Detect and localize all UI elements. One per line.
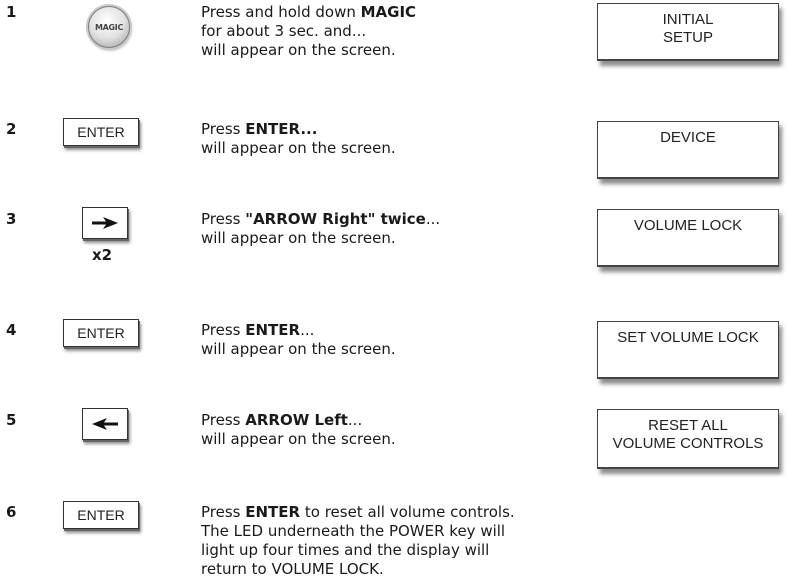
instruction-text: will appear on the screen.	[201, 430, 396, 448]
instruction-bold: MAGIC	[360, 3, 417, 21]
display-screen: VOLUME LOCK	[597, 209, 779, 267]
instruction-text: ...	[300, 321, 315, 339]
screen-line: INITIAL	[662, 11, 714, 28]
display-screen: SET VOLUME LOCK	[597, 321, 779, 379]
instruction-text: will appear on the screen.	[201, 139, 396, 157]
step-instruction: Press ENTER... will appear on the screen…	[201, 120, 501, 158]
step-instruction: Press ENTER to reset all volume controls…	[201, 503, 531, 579]
instruction-text: ...	[425, 210, 441, 228]
magic-button-icon: MAGIC	[88, 6, 130, 48]
display-screen: INITIAL SETUP	[597, 3, 779, 61]
instruction-text: will appear on the screen.	[201, 41, 396, 59]
step-instruction: Press ARROW Left... will appear on the s…	[201, 411, 501, 449]
instruction-text: Press	[201, 411, 246, 429]
screen-line: RESET ALL	[648, 417, 728, 434]
enter-key-label: ENTER	[77, 507, 125, 523]
step-instruction: Press ENTER... will appear on the screen…	[201, 321, 501, 359]
enter-key-label: ENTER	[77, 124, 125, 140]
instruction-text: ...	[347, 411, 363, 429]
instruction-text: Press	[201, 120, 246, 138]
instruction-text: Press	[201, 503, 246, 521]
instruction-bold: ENTER	[245, 503, 301, 521]
instruction-text: light up four times and the display will	[201, 541, 490, 559]
step-instruction: Press and hold down MAGIC for about 3 se…	[201, 3, 501, 60]
instruction-text: return to VOLUME LOCK.	[201, 560, 384, 578]
enter-key-label: ENTER	[77, 325, 125, 341]
instruction-text: Press	[201, 321, 246, 339]
step-number: 1	[6, 3, 17, 21]
screen-line: DEVICE	[660, 129, 716, 146]
instruction-text: will appear on the screen.	[201, 229, 396, 247]
display-screen: DEVICE	[597, 121, 779, 179]
instruction-text: Press	[201, 210, 246, 228]
instruction-text: for about 3 sec. and...	[201, 22, 367, 40]
instruction-bold: "ARROW Right" twice	[245, 210, 426, 228]
enter-key-icon: ENTER	[63, 319, 139, 347]
magic-button-label: MAGIC	[94, 22, 124, 32]
instruction-bold: ARROW Left	[245, 411, 348, 429]
screen-line: VOLUME CONTROLS	[612, 435, 764, 452]
multiplier-label: x2	[92, 246, 113, 264]
screen-line: SET VOLUME LOCK	[617, 329, 759, 346]
arrow-right-icon	[82, 207, 128, 239]
step-instruction: Press "ARROW Right" twice... will appear…	[201, 210, 501, 248]
display-screen: RESET ALL VOLUME CONTROLS	[597, 409, 779, 469]
step-number: 5	[6, 411, 17, 429]
step-number: 6	[6, 503, 17, 521]
instruction-bold: ENTER...	[245, 120, 318, 138]
screen-line: SETUP	[662, 29, 713, 46]
instruction-text: The LED underneath the POWER key will	[201, 522, 506, 540]
arrow-left-icon	[82, 408, 128, 440]
screen-line: VOLUME LOCK	[633, 217, 743, 234]
instruction-text: to reset all volume controls.	[300, 503, 515, 521]
instruction-bold: ENTER	[245, 321, 301, 339]
instruction-text: Press and hold down	[201, 3, 361, 21]
step-number: 3	[6, 210, 17, 228]
enter-key-icon: ENTER	[63, 501, 139, 529]
step-number: 4	[6, 321, 17, 339]
instruction-text: will appear on the screen.	[201, 340, 396, 358]
step-number: 2	[6, 120, 17, 138]
enter-key-icon: ENTER	[63, 118, 139, 146]
